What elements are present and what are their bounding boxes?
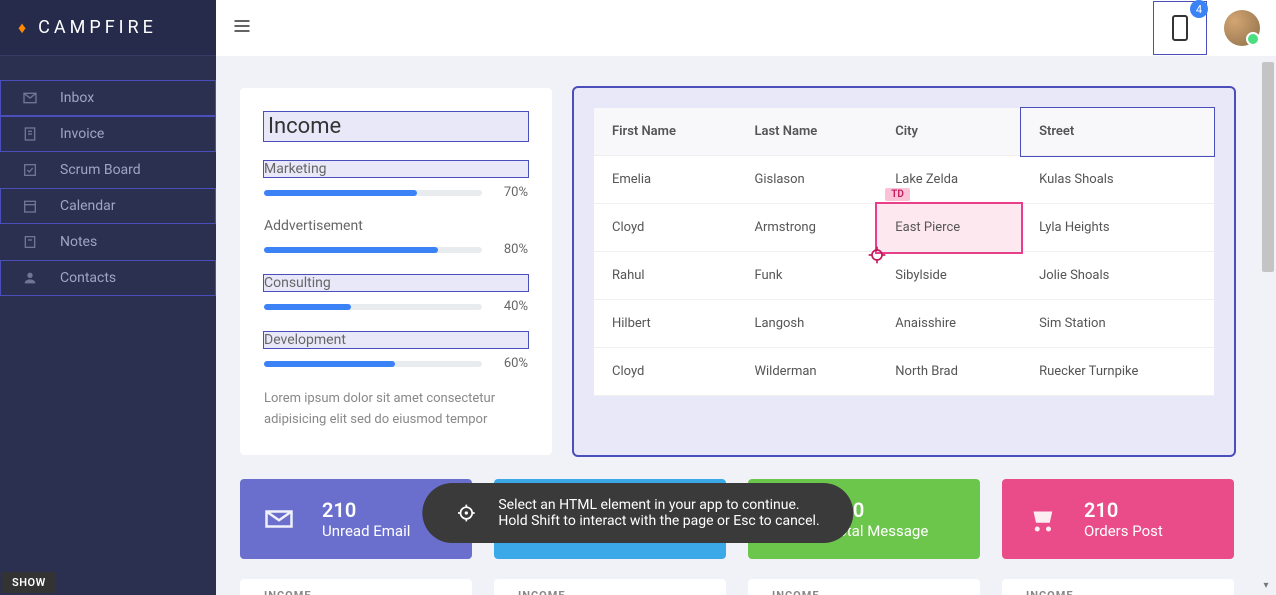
cell: Armstrong <box>736 204 877 252</box>
cell: Cloyd <box>594 348 736 396</box>
th-street[interactable]: Street <box>1021 108 1214 156</box>
income-title: Income <box>264 112 528 141</box>
nav-label: Notes <box>60 234 97 250</box>
progress-label: Consulting <box>264 275 528 291</box>
income-box[interactable]: INCOME <box>240 579 472 595</box>
progress-label: Marketing <box>264 161 528 177</box>
sidebar: ♦ CAMPFIRE Inbox Invoice Scrum Board Cal… <box>0 0 216 595</box>
th-lastname[interactable]: Last Name <box>736 108 877 156</box>
device-icon <box>1170 14 1190 42</box>
scroll-down-icon[interactable]: ▾ <box>1258 577 1274 593</box>
flame-icon: ♦ <box>18 18 30 38</box>
progress-development: Development 60% <box>264 332 528 371</box>
th-firstname[interactable]: First Name <box>594 108 736 156</box>
th-city[interactable]: City <box>877 108 1021 156</box>
td-badge: TD <box>885 188 910 201</box>
income-box[interactable]: INCOME <box>748 579 980 595</box>
sidebar-item-inbox[interactable]: Inbox <box>0 80 216 116</box>
cell: Hilbert <box>594 300 736 348</box>
progress-pct: 40% <box>494 299 528 314</box>
cell: Jolie Shoals <box>1021 252 1214 300</box>
income-card: Income Marketing 70% Addvertisement 80% … <box>240 88 552 455</box>
cell: Emelia <box>594 156 736 204</box>
sidebar-item-notes[interactable]: Notes <box>0 224 216 260</box>
inspector-toolbar: Select an HTML element in your app to co… <box>422 483 853 543</box>
stat-label: Orders Post <box>1084 522 1163 540</box>
nav-label: Contacts <box>60 270 116 286</box>
inspector-pointer-icon <box>867 245 887 265</box>
brand-text: CAMPFIRE <box>38 17 157 38</box>
sidebar-item-scrum[interactable]: Scrum Board <box>0 152 216 188</box>
cell: Funk <box>736 252 877 300</box>
table-row[interactable]: Cloyd Wilderman North Brad Ruecker Turnp… <box>594 348 1214 396</box>
stat-num: 210 <box>322 498 410 522</box>
contacts-icon <box>22 270 38 286</box>
sidebar-item-contacts[interactable]: Contacts <box>0 260 216 296</box>
data-table: First Name Last Name City Street Emelia … <box>594 108 1214 396</box>
income-row: INCOME INCOME INCOME INCOME <box>240 579 1234 595</box>
cell: Ruecker Turnpike <box>1021 348 1214 396</box>
sidebar-item-invoice[interactable]: Invoice <box>0 116 216 152</box>
income-box[interactable]: INCOME <box>1002 579 1234 595</box>
cell: Langosh <box>736 300 877 348</box>
table-row[interactable]: Hilbert Langosh Anaisshire Sim Station <box>594 300 1214 348</box>
progress-pct: 60% <box>494 356 528 371</box>
income-box[interactable]: INCOME <box>494 579 726 595</box>
show-button[interactable]: SHOW <box>2 572 56 593</box>
nav-label: Calendar <box>60 198 116 214</box>
nav: Inbox Invoice Scrum Board Calendar Notes… <box>0 56 216 296</box>
avatar[interactable] <box>1224 10 1260 46</box>
progress-label: Development <box>264 332 528 348</box>
invoice-icon <box>22 126 38 142</box>
progress-pct: 70% <box>494 185 528 200</box>
cell: Wilderman <box>736 348 877 396</box>
topbar: 4 <box>216 0 1276 56</box>
table-card: First Name Last Name City Street Emelia … <box>574 88 1234 455</box>
progress-consulting: Consulting 40% <box>264 275 528 314</box>
board-icon <box>22 162 38 178</box>
cart-icon <box>1026 504 1056 534</box>
stat-num: 210 <box>1084 498 1163 522</box>
sidebar-item-calendar[interactable]: Calendar <box>0 188 216 224</box>
mail-icon <box>22 90 38 106</box>
cell: Kulas Shoals <box>1021 156 1214 204</box>
cell: Cloyd <box>594 204 736 252</box>
cell: Lyla Heights <box>1021 204 1214 252</box>
stat-orders-post[interactable]: 210Orders Post <box>1002 479 1234 559</box>
cell-selected: TD East Pierce <box>877 204 1021 252</box>
income-desc: Lorem ipsum dolor sit amet consectetur a… <box>264 389 528 431</box>
progress-advertisement: Addvertisement 80% <box>264 218 528 257</box>
cell: Sibylside <box>877 252 1021 300</box>
table-row[interactable]: Rahul Funk Sibylside Jolie Shoals <box>594 252 1214 300</box>
stat-label: Unread Email <box>322 522 410 540</box>
target-icon <box>456 503 476 523</box>
table-row[interactable]: Cloyd Armstrong TD East Pierce Lyla Heig… <box>594 204 1214 252</box>
progress-label: Addvertisement <box>264 218 528 234</box>
scrollbar[interactable] <box>1262 62 1274 272</box>
nav-label: Inbox <box>60 90 94 106</box>
brand: ♦ CAMPFIRE <box>0 0 216 56</box>
cell: Gislason <box>736 156 877 204</box>
menu-toggle[interactable] <box>232 16 252 40</box>
notifications[interactable]: 4 <box>1154 2 1206 54</box>
hamburger-icon <box>232 16 252 36</box>
cell: Anaisshire <box>877 300 1021 348</box>
topbar-right: 4 <box>1154 2 1260 54</box>
progress-marketing: Marketing 70% <box>264 161 528 200</box>
envelope-icon <box>264 504 294 534</box>
cell: Sim Station <box>1021 300 1214 348</box>
cell: Rahul <box>594 252 736 300</box>
nav-label: Scrum Board <box>60 162 141 178</box>
calendar-icon <box>22 198 38 214</box>
nav-label: Invoice <box>60 126 104 142</box>
cell: North Brad <box>877 348 1021 396</box>
inspector-line2: Hold Shift to interact with the page or … <box>498 513 819 529</box>
progress-pct: 80% <box>494 242 528 257</box>
inspector-line1: Select an HTML element in your app to co… <box>498 497 819 513</box>
notif-badge: 4 <box>1190 0 1208 18</box>
notes-icon <box>22 234 38 250</box>
